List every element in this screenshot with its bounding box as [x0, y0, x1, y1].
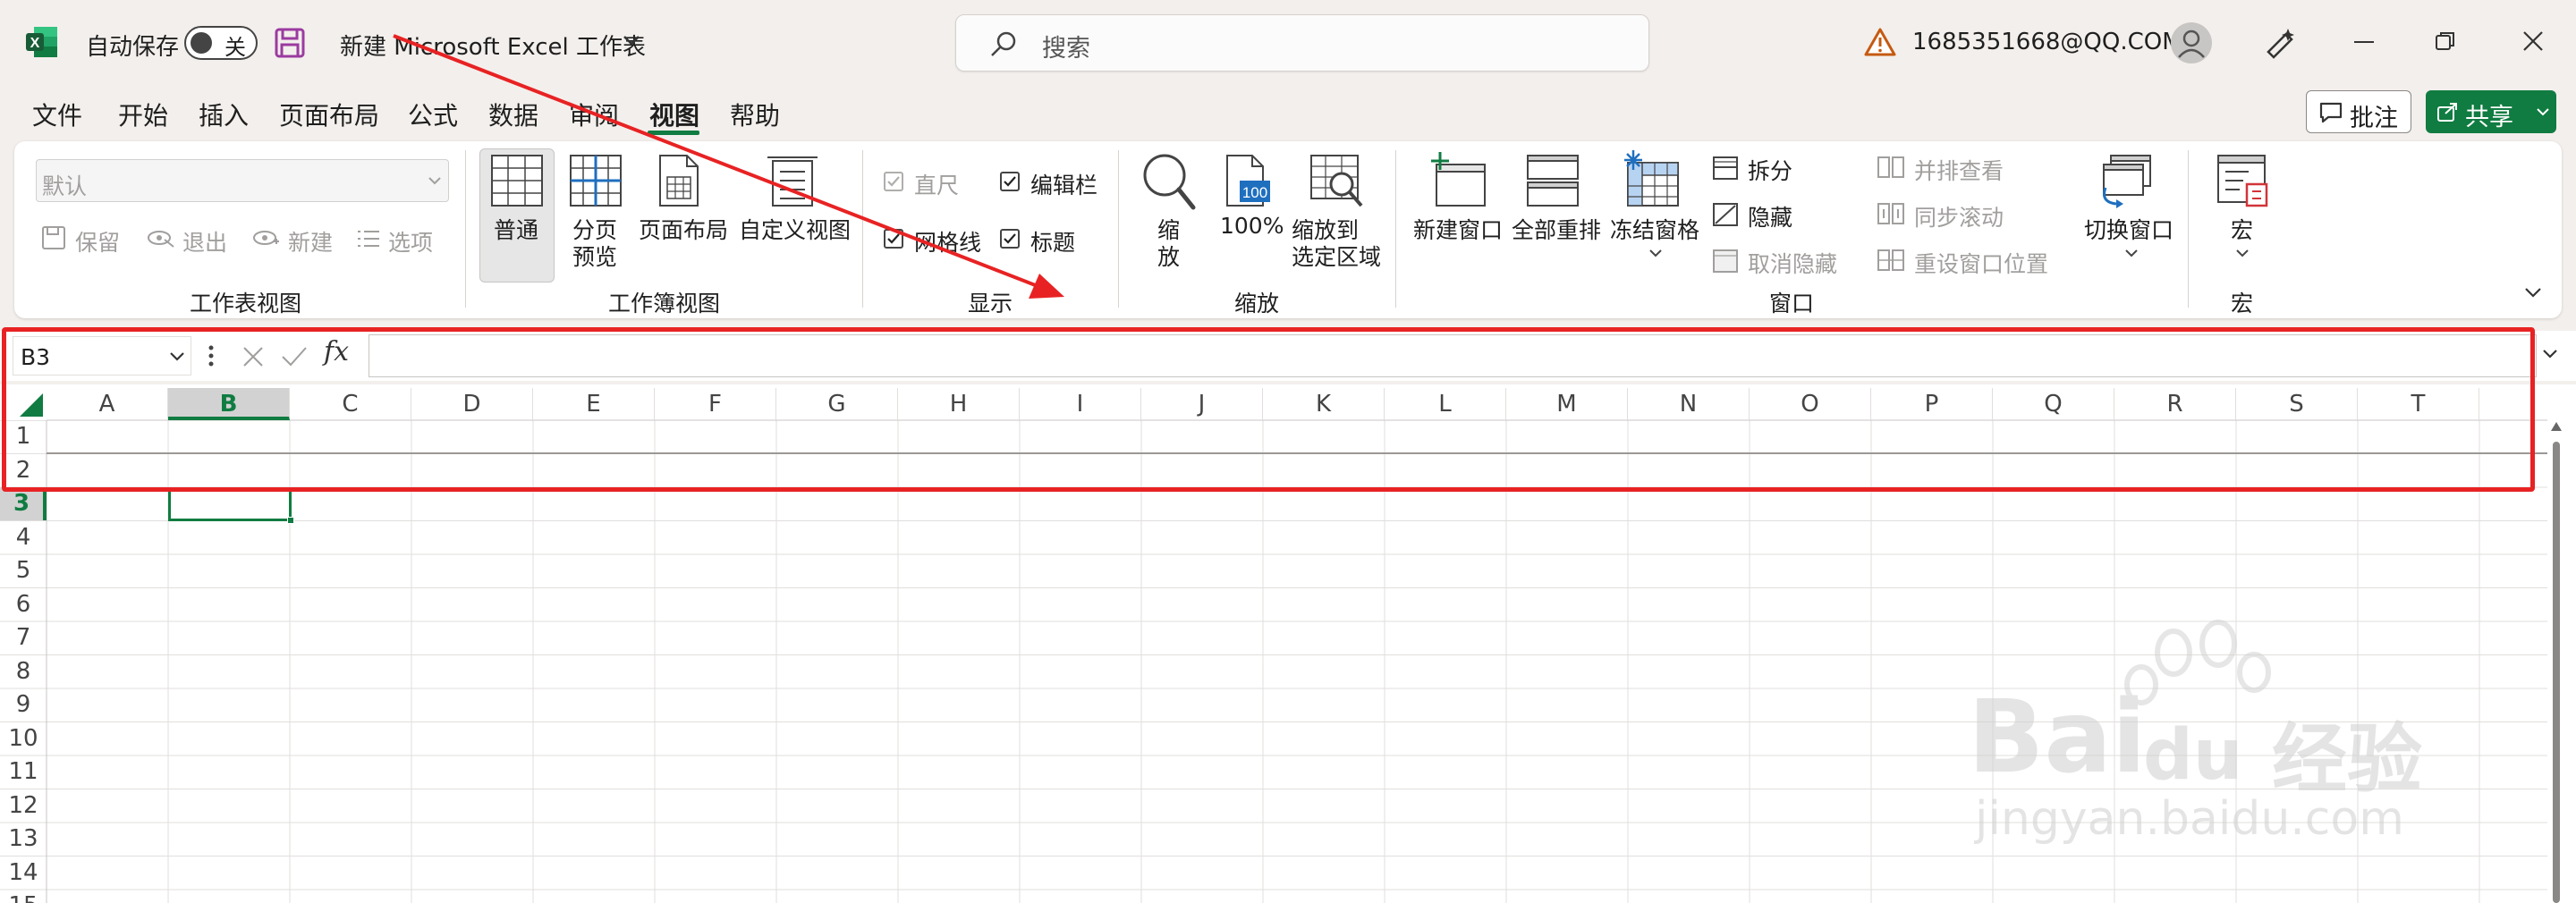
- watermark-url: jingyan.baidu.com: [1975, 792, 2404, 846]
- watermark-jingyan: 经验: [2272, 715, 2423, 803]
- baidu-watermark: Bai du 经验 jingyan.baidu.com: [1968, 617, 2469, 849]
- watermark-bai: Bai: [1968, 679, 2147, 796]
- watermark-du: du: [2143, 715, 2243, 796]
